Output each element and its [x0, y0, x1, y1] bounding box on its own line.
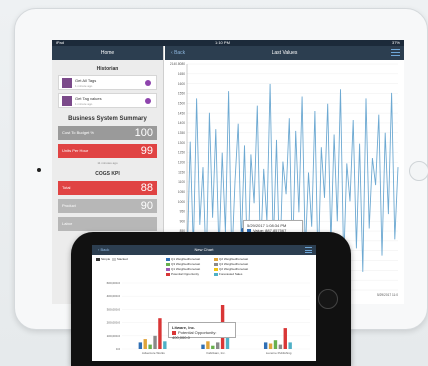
list-icon: [62, 96, 72, 106]
y-tick-label: 1350: [178, 131, 185, 135]
x-tick-label: 5/29/2017 11:0: [377, 293, 398, 297]
list-item-timestamp: 1 minute ago: [75, 102, 93, 106]
y-tick-label: 1100: [178, 180, 185, 184]
kpi-tile-units-per-hour[interactable]: Units Per Hour 99: [58, 144, 157, 158]
kpi-tile-labor[interactable]: Labor: [58, 217, 157, 231]
master-nav-title: Home: [52, 46, 163, 60]
kpi-tile-cost-to-budget[interactable]: Cost To Budget % 100: [58, 126, 157, 140]
x-tick-label: Adventure Works: [142, 351, 165, 355]
bar: [163, 341, 167, 349]
bar: [283, 328, 287, 349]
table-icon: [62, 78, 72, 88]
disclosure-icon: [145, 98, 151, 104]
list-item-label: Get Tag values: [75, 96, 102, 101]
kpi-label: Cost To Budget %: [62, 130, 94, 135]
y-tick-label: 1650: [178, 72, 185, 76]
section-title-historian: Historian: [96, 66, 119, 72]
y-tick-label: 400,000.0: [107, 294, 121, 298]
y-tick-label: 1050: [178, 190, 185, 194]
x-tick-label: Fabrikam, Inc.: [206, 351, 225, 355]
y-tick-label: 200,000.0: [107, 321, 121, 325]
y-tick-label: 950: [180, 210, 186, 214]
y-tick-label: 1600: [178, 82, 185, 86]
y-tick-label: 1550: [178, 92, 185, 96]
y-tick-label: 100,000.0: [107, 334, 121, 338]
y-tick-label: 0.0: [116, 347, 121, 351]
kpi-label: Total: [62, 185, 71, 190]
y-tick-label: 300,000.0: [107, 307, 121, 311]
y-tick-label: 1000: [178, 200, 185, 204]
y-tick-label: 1200: [178, 160, 185, 164]
list-item-get-all-tags[interactable]: Get All Tags 1 minute ago: [58, 75, 157, 90]
kpi-timestamp: 11 minutes ago: [97, 161, 118, 165]
bar: [273, 340, 278, 349]
kpi-tile-total[interactable]: Total 88: [58, 181, 157, 195]
bar: [216, 342, 220, 349]
tooltip-value: 400,000.0: [172, 335, 190, 340]
phone-home-button[interactable]: [318, 289, 338, 309]
y-tick-label: 1450: [178, 111, 185, 115]
kpi-value: 100: [134, 127, 153, 139]
bar: [206, 341, 210, 349]
bar: [148, 344, 152, 349]
bar: [211, 345, 215, 349]
bar: [153, 335, 157, 349]
bar-tooltip: Litware, Inc. Potential Opportunity: 400…: [168, 322, 236, 340]
kpi-label: Units Per Hour: [62, 148, 89, 153]
y-tick-label: 1400: [178, 121, 185, 125]
kpi-label: Labor: [62, 221, 73, 226]
disclosure-icon: [145, 80, 151, 86]
tablet-home-button[interactable]: [409, 161, 428, 181]
y-tick-label: 600,000.0: [107, 281, 121, 285]
kpi-tile-product[interactable]: Product 90: [58, 199, 157, 213]
list-item-timestamp: 1 minute ago: [75, 84, 93, 88]
bar: [278, 344, 283, 349]
bar: [158, 318, 162, 349]
bar: [288, 342, 292, 349]
list-item-label: Get All Tags: [75, 78, 97, 83]
section-title-cogs: COGS KPI: [95, 171, 120, 177]
bar-chart-svg: 600,000.0 400,000.0 300,000.0 200,000.0 100,…: [107, 281, 310, 355]
detail-nav-bar: ‹ Back Last Values: [165, 46, 404, 60]
y-tick-label: 2140.8080: [170, 62, 185, 66]
menu-icon[interactable]: [391, 49, 400, 57]
bar: [201, 344, 205, 349]
y-tick-label: 1300: [178, 141, 185, 145]
x-tick-label: Lucerne Publishing: [266, 351, 292, 355]
y-tick-label: 900: [180, 219, 186, 223]
kpi-value: 90: [140, 200, 153, 212]
y-tick-label: 1500: [178, 102, 185, 106]
kpi-value: 99: [140, 145, 153, 157]
list-item-get-tag-values[interactable]: Get Tag values 1 minute ago: [58, 93, 157, 108]
bar: [268, 343, 273, 349]
kpi-value: 88: [140, 182, 153, 194]
detail-nav-title: Last Values: [271, 50, 298, 56]
y-tick-label: 1150: [178, 170, 185, 174]
kpi-label: Product: [62, 203, 76, 208]
device-showcase: iPad 1:10 PM 37% Home Historian Get All …: [0, 0, 428, 366]
tablet-camera: [37, 168, 41, 172]
summary-title: Business System Summary: [68, 116, 147, 122]
y-tick-label: 1250: [178, 151, 185, 155]
bar: [143, 339, 147, 349]
bar: [263, 342, 268, 349]
bar: [138, 342, 143, 349]
phone-screen: ‹ Back New Chart Simple Stacked Q1 Weigh…: [92, 245, 316, 361]
